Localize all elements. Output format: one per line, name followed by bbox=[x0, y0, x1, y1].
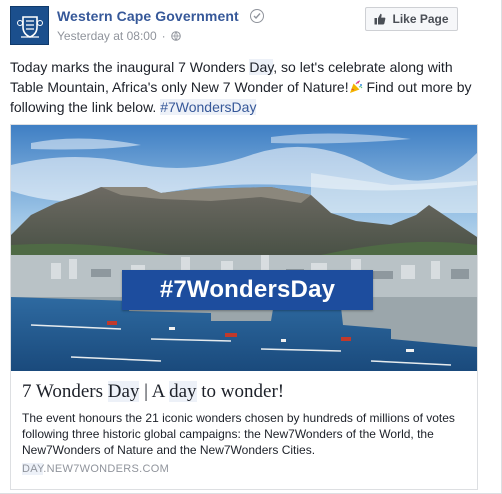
link-title[interactable]: 7 Wonders Day | A day to wonder! bbox=[22, 380, 466, 404]
like-page-label: Like Page bbox=[392, 12, 449, 26]
link-title-day: Day bbox=[107, 381, 140, 402]
post-text-day: Day bbox=[249, 59, 274, 75]
link-title-day2: day bbox=[169, 381, 197, 402]
link-preview-card[interactable]: #7WondersDay 7 Wonders Day | A day to wo… bbox=[10, 124, 478, 490]
link-domain: DAY.NEW7WONDERS.COM bbox=[22, 463, 466, 475]
link-title-part1: 7 Wonders bbox=[22, 381, 108, 402]
thumbs-up-icon bbox=[374, 13, 386, 25]
post-meta: Yesterday at 08:00 · bbox=[57, 29, 181, 43]
post-timestamp[interactable]: Yesterday at 08:00 bbox=[57, 29, 157, 43]
like-page-button[interactable]: Like Page bbox=[365, 7, 458, 31]
image-hashtag-banner: #7WondersDay bbox=[122, 270, 373, 310]
post-text-part1: Today marks the inaugural 7 Wonders bbox=[10, 59, 250, 75]
party-popper-emoji bbox=[349, 80, 362, 93]
meta-separator: · bbox=[161, 29, 166, 43]
coat-of-arms-icon bbox=[16, 15, 43, 38]
hashtag-link[interactable]: #7WondersDay bbox=[160, 99, 257, 115]
table-mountain-photo[interactable]: #7WondersDay bbox=[11, 125, 477, 371]
link-domain-part1: DAY bbox=[22, 463, 44, 475]
link-description: The event honours the 21 iconic wonders … bbox=[22, 411, 455, 457]
link-title-part3: to wonder! bbox=[196, 381, 285, 402]
page-avatar[interactable] bbox=[10, 6, 49, 45]
link-domain-part2: .NEW7WONDERS.COM bbox=[43, 463, 170, 475]
link-details[interactable]: 7 Wonders Day | A day to wonder! The eve… bbox=[11, 371, 477, 489]
link-title-part2: | A bbox=[139, 381, 170, 402]
globe-icon[interactable] bbox=[170, 31, 181, 41]
post-message: Today marks the inaugural 7 Wonders Day,… bbox=[10, 57, 480, 117]
verified-icon bbox=[250, 9, 264, 23]
facebook-post: Western Cape Government Yesterday at 08:… bbox=[0, 0, 502, 494]
page-name-link[interactable]: Western Cape Government bbox=[57, 8, 239, 24]
